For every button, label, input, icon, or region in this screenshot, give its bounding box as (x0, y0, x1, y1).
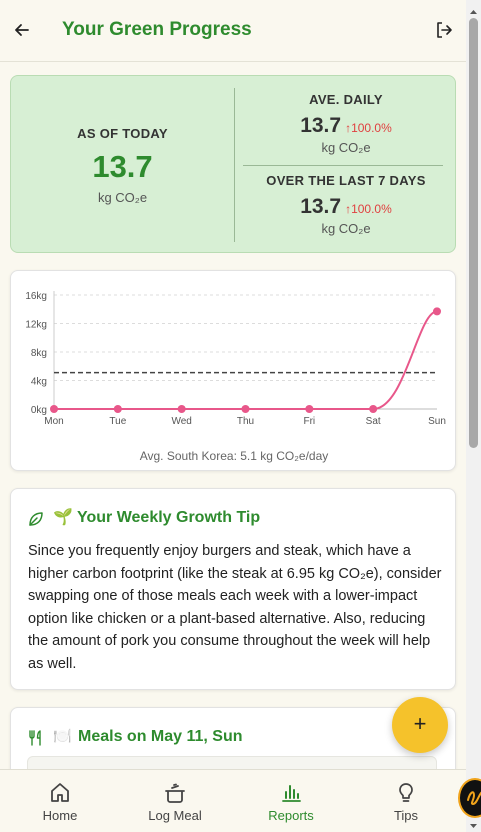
fork-knife-icon (27, 729, 45, 747)
data-point (241, 405, 250, 413)
series-line (54, 310, 438, 410)
weekly-unit: kg CO₂e (321, 221, 371, 236)
plate-icon: 🍽️ (53, 728, 72, 745)
today-label: AS OF TODAY (77, 126, 168, 141)
leaf-icon (27, 510, 45, 528)
x-tick-label: Tue (109, 416, 126, 427)
page-title: Your Green Progress (62, 19, 252, 40)
nav-item-reports[interactable]: Reports (233, 770, 349, 832)
nav-item-home[interactable]: Home (2, 770, 118, 832)
assistant-logo-icon (467, 791, 481, 806)
summary-card: AS OF TODAY 13.7 kg CO₂e AVE. DAILY 13.7… (10, 75, 456, 253)
today-value: 13.7 (92, 149, 153, 184)
chart-caption: Avg. South Korea: 5.1 kg CO₂e/day (139, 449, 329, 463)
tip-body: Since you frequently enjoy burgers and s… (28, 543, 442, 672)
daily-average-label: AVE. DAILY (309, 92, 383, 107)
scrollbar[interactable] (466, 0, 481, 832)
nav-label-home: Home (42, 808, 78, 823)
data-point (305, 405, 314, 413)
nav-label-reports: Reports (268, 808, 314, 823)
lightbulb-icon (348, 781, 464, 805)
bottom-nav: Home Log Meal Reports Tips (0, 769, 466, 832)
pot-icon (117, 781, 233, 805)
assistant-badge[interactable] (458, 778, 481, 818)
weekly-change: ↑100.0% (345, 202, 392, 216)
x-tick-label: Sun (428, 416, 446, 427)
app-header: Your Green Progress (0, 0, 466, 62)
nav-label-log-meal: Log Meal (148, 808, 202, 823)
tip-title: Your Weekly Growth Tip (77, 509, 261, 526)
logout-icon[interactable] (434, 20, 454, 40)
x-tick-label: Wed (171, 416, 191, 427)
daily-average-unit: kg CO₂e (321, 140, 371, 155)
home-icon (2, 781, 118, 805)
y-tick-label: 0kg (31, 405, 47, 416)
nav-item-tips[interactable]: Tips (348, 770, 464, 832)
y-tick-label: 12kg (25, 320, 47, 331)
daily-average-change: ↑100.0% (345, 121, 392, 135)
daily-average-stat: AVE. DAILY 13.7 ↑100.0% kg CO₂e (235, 92, 457, 155)
y-tick-label: 8kg (31, 348, 47, 359)
today-unit: kg CO₂e (97, 190, 148, 205)
data-point (113, 405, 122, 413)
scroll-up-arrow-icon[interactable] (466, 4, 481, 14)
x-tick-label: Fri (303, 416, 315, 427)
bar-chart-icon (233, 781, 349, 805)
seedling-icon: 🌱 (53, 509, 73, 526)
add-meal-button[interactable]: + (392, 697, 448, 753)
weekly-label: OVER THE LAST 7 DAYS (266, 173, 426, 188)
today-stat: AS OF TODAY 13.7 kg CO₂e (11, 76, 234, 254)
data-point (50, 405, 58, 413)
x-tick-label: Thu (237, 416, 254, 427)
data-point (433, 307, 441, 316)
x-tick-label: Mon (44, 416, 63, 427)
meals-title: Meals on May 11, Sun (78, 728, 243, 745)
scroll-thumb[interactable] (469, 18, 478, 448)
emissions-line-chart: 0kg 4kg 8kg 12kg 16kg Mon Tue Wed Thu Fri Sat Sun (25, 291, 446, 427)
daily-average-value: 13.7 (300, 114, 342, 137)
nav-label-tips: Tips (393, 808, 419, 823)
chart-card: 0kg 4kg 8kg 12kg 16kg Mon Tue Wed Thu Fri Sat Sun A… (10, 270, 456, 471)
y-tick-label: 4kg (31, 377, 47, 388)
weekly-value: 13.7 (300, 195, 342, 218)
divider (243, 165, 443, 166)
weekly-stat: OVER THE LAST 7 DAYS 13.7 ↑100.0% kg CO₂… (235, 173, 457, 236)
weekly-tip-card: 🌱 Your Weekly Growth Tip Since you frequ… (10, 488, 456, 690)
x-tick-label: Sat (366, 416, 381, 427)
y-tick-label: 16kg (25, 291, 47, 302)
nav-item-log-meal[interactable]: Log Meal (117, 770, 233, 832)
data-point (177, 405, 186, 413)
data-point (369, 405, 378, 413)
back-arrow-icon[interactable] (12, 19, 32, 41)
